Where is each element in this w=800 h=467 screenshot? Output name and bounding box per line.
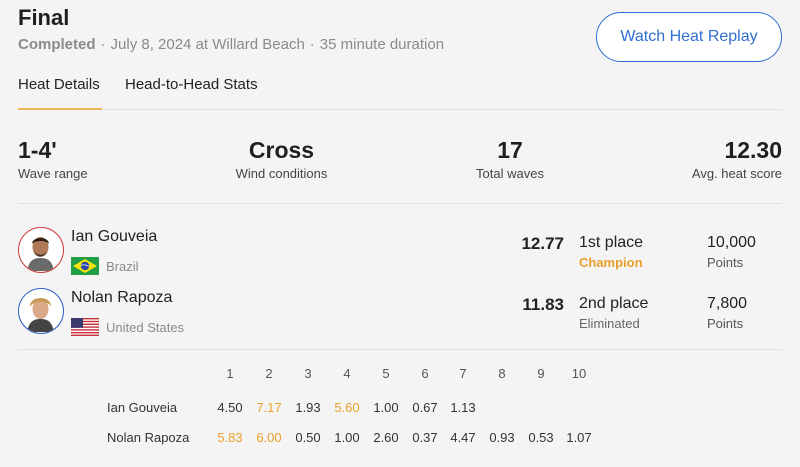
wave-score-cell: 1.07 (566, 430, 592, 445)
result-badge: Eliminated (579, 316, 640, 331)
duration: 35 minute duration (319, 36, 445, 53)
wave-score-cell: 1.93 (295, 400, 321, 415)
points-value: 10,000 (707, 234, 756, 251)
placement: 1st place (579, 234, 644, 251)
wave-score-cell: 0.53 (528, 430, 554, 445)
heat-meta: Completed · July 8, 2024 at Willard Beach ·… (18, 36, 444, 53)
competitor-name[interactable]: Ian Gouveia (71, 228, 157, 246)
heat-header: Final Completed · July 8, 2024 at Willard … (18, 0, 782, 62)
heat-score: 11.83 (522, 295, 564, 314)
wave-column-header: 9 (537, 366, 545, 381)
surfer-portrait-icon (19, 289, 62, 332)
wave-row-name: Ian Gouveia (107, 400, 178, 415)
wave-score-cell: 0.67 (412, 400, 438, 415)
wave-score-cell: 1.13 (450, 400, 476, 415)
stat-value: 17 (497, 137, 523, 163)
heat-score: 12.77 (521, 234, 564, 253)
wave-column-header: 7 (459, 366, 467, 381)
stat-wind-conditions: Cross Wind conditions (234, 136, 329, 181)
competitor-country: United States (106, 320, 185, 335)
wave-column-header: 1 (226, 366, 234, 381)
wave-score-cell: 1.00 (373, 400, 399, 415)
wave-score-cell: 0.50 (295, 430, 321, 445)
stat-wave-range: 1-4' Wave range (18, 136, 88, 181)
separator: · (100, 36, 106, 53)
avatar (18, 288, 64, 334)
tab-bar: Heat Details Head-to-Head Stats (18, 66, 782, 110)
wave-column-header: 6 (421, 366, 429, 381)
wave-column-header: 2 (265, 366, 273, 381)
wave-score-cell: 7.17 (256, 400, 282, 415)
competitor-row[interactable]: Nolan Rapoza United States 11.83 2nd pla… (18, 288, 782, 348)
wave-score-cell: 6.00 (256, 430, 282, 445)
wave-score-table: Ian Gouveia Nolan Rapoza 1 2 3 4 5 6 7 8 9 10 4.50… (0, 360, 800, 460)
usa-flag-icon (71, 318, 99, 336)
wave-column-header: 10 (571, 366, 587, 381)
competitor-list: Ian Gouveia Brazil 12.77 1st place Champ… (18, 204, 782, 350)
stat-label: Wave range (18, 166, 88, 181)
wave-score-cell: 1.00 (334, 430, 360, 445)
competitor-row[interactable]: Ian Gouveia Brazil 12.77 1st place Champ… (18, 227, 782, 287)
stat-value: Cross (248, 137, 315, 163)
wave-column-header: 4 (343, 366, 351, 381)
wave-column-header: 3 (304, 366, 312, 381)
placement: 2nd place (579, 295, 649, 312)
separator: · (309, 36, 315, 53)
date-location: July 8, 2024 at Willard Beach (110, 36, 305, 53)
wave-column-header: 5 (382, 366, 390, 381)
wave-score-cell: 5.83 (217, 430, 243, 445)
stat-total-waves: 17 Total waves (473, 136, 547, 181)
heat-stats: 1-4' Wave range Cross Wind conditions 17… (18, 110, 782, 204)
tab-heat-details[interactable]: Heat Details (18, 76, 100, 93)
result-badge: Champion (579, 255, 643, 270)
points-value: 7,800 (707, 295, 748, 312)
competitor-country: Brazil (106, 259, 139, 274)
wave-score-cell: 0.37 (412, 430, 438, 445)
stat-label: Wind conditions (235, 166, 328, 181)
wave-score-cell: 2.60 (373, 430, 399, 445)
heat-details-page: Final Completed · July 8, 2024 at Willard … (0, 0, 800, 467)
stat-avg-heat-score: 12.30 Avg. heat score (692, 136, 782, 181)
brazil-flag-icon (71, 257, 99, 275)
wave-score-cell: 0.93 (489, 430, 515, 445)
wave-column-header: 8 (498, 366, 506, 381)
points-label: Points (707, 255, 744, 270)
wave-score-cell: 4.50 (217, 400, 243, 415)
stat-value: 12.30 (724, 137, 782, 163)
surfer-portrait-icon (19, 228, 62, 271)
wave-score-cell: 4.47 (450, 430, 476, 445)
stat-value: 1-4' (18, 137, 57, 163)
stat-label: Avg. heat score (691, 166, 782, 181)
tab-label: Heat Details (18, 76, 100, 93)
wave-score-cell: 5.60 (334, 400, 360, 415)
stat-label: Total waves (476, 166, 544, 181)
tab-head-to-head-stats[interactable]: Head-to-Head Stats (125, 76, 258, 93)
points-label: Points (707, 316, 744, 331)
wave-row-name: Nolan Rapoza (107, 430, 190, 445)
tab-label: Head-to-Head Stats (125, 76, 258, 93)
page-title: Final (18, 5, 70, 30)
avatar (18, 227, 64, 273)
watch-heat-replay-button[interactable]: Watch Heat Replay (596, 12, 782, 62)
competitor-name[interactable]: Nolan Rapoza (71, 289, 172, 307)
status-text: Completed (18, 36, 96, 53)
